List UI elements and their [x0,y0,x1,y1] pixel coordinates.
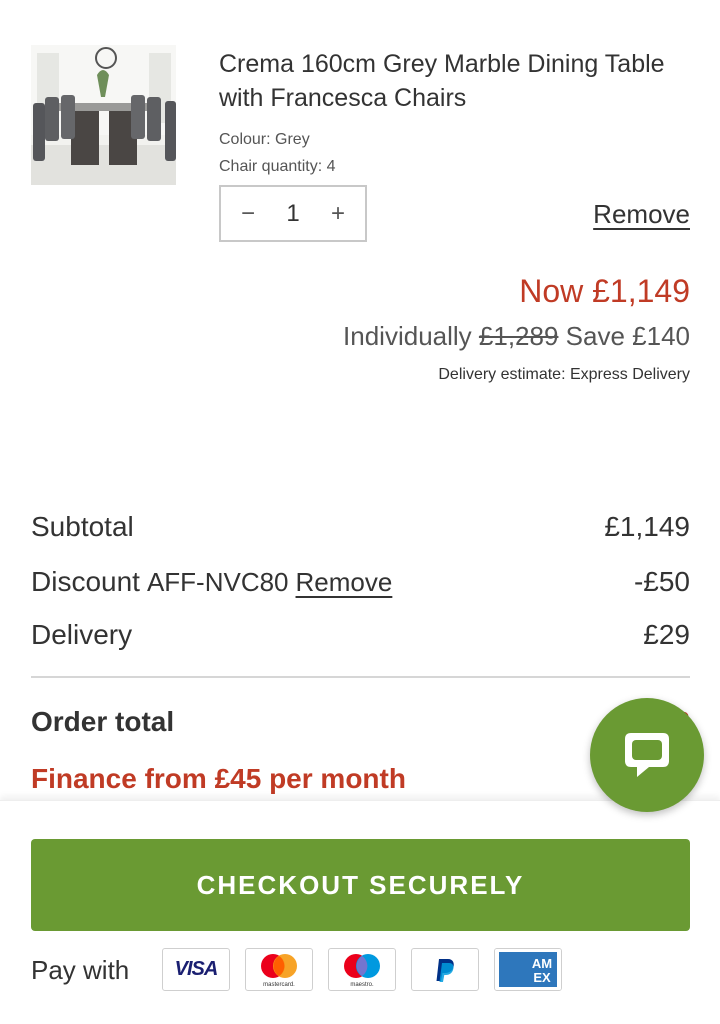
order-total-row: Order total £ [31,702,690,742]
price-comparison: Individually £1,289 Save £140 [343,321,690,352]
product-colour: Colour: Grey [219,131,310,149]
delivery-value: £29 [643,619,690,650]
amex-icon: AM EX [494,948,562,991]
product-photo [31,45,176,185]
svg-text:EX: EX [533,970,551,985]
paypal-logo [436,958,454,982]
visa-icon: VISA [162,948,230,991]
maestro-icon: maestro. [328,948,396,991]
product-chair-quantity: Chair quantity: 4 [219,158,336,176]
increase-quantity-button[interactable]: + [327,200,349,228]
subtotal-value: £1,149 [604,511,690,542]
subtotal-label: Subtotal [31,511,134,542]
discount-label: Discount [31,566,140,597]
order-total-label: Order total [31,706,175,737]
delivery-row: Delivery £29 [31,615,690,655]
maestro-logo: maestro. [344,954,380,988]
remove-item-link[interactable]: Remove [593,199,690,230]
remove-discount-link[interactable]: Remove [296,567,393,598]
checkout-footer: CHECKOUT SECURELY Pay with VISA masterca… [0,800,720,1024]
colour-label: Colour: [219,131,271,148]
svg-text:maestro.: maestro. [350,982,374,988]
quantity-value[interactable]: 1 [286,200,299,228]
discount-info: Discount AFF-NVC80 Remove [31,566,392,598]
svg-text:mastercard.: mastercard. [263,982,295,988]
live-chat-button[interactable] [590,698,704,812]
price-now: Now £1,149 [519,273,690,309]
price-was: £1,289 [478,321,559,351]
summary-divider [31,676,690,678]
individually-label: Individually [343,321,472,351]
pay-with-label: Pay with [31,955,130,985]
product-image[interactable] [31,45,176,185]
amex-logo: AM EX [495,949,561,990]
finance-offer[interactable]: Finance from £45 per month [31,763,406,795]
colour-value: Grey [275,131,310,148]
cart-item: Crema 160cm Grey Marble Dining Table wit… [31,45,690,245]
chair-quantity-label: Chair quantity: [219,158,323,175]
discount-row: Discount AFF-NVC80 Remove -£50 [31,562,690,602]
discount-code: AFF-NVC80 [146,567,289,597]
checkout-securely-button[interactable]: CHECKOUT SECURELY [31,839,690,931]
product-title: Crema 160cm Grey Marble Dining Table wit… [219,50,665,112]
subtotal-row: Subtotal £1,149 [31,507,690,547]
delivery-label: Delivery [31,619,133,650]
price-save: Save £140 [565,321,690,351]
chair-quantity-value: 4 [326,158,336,175]
paypal-icon [411,948,479,991]
decrease-quantity-button[interactable]: − [237,200,259,228]
mastercard-icon: mastercard. [245,948,313,991]
delivery-estimate: Delivery estimate: Express Delivery [438,366,690,383]
chat-icon [625,733,669,777]
quantity-stepper: − 1 + [219,185,367,242]
mastercard-logo: mastercard. [261,954,297,988]
svg-text:AM: AM [532,956,552,971]
discount-value: -£50 [633,566,690,597]
visa-logo-text: VISA [174,958,219,980]
